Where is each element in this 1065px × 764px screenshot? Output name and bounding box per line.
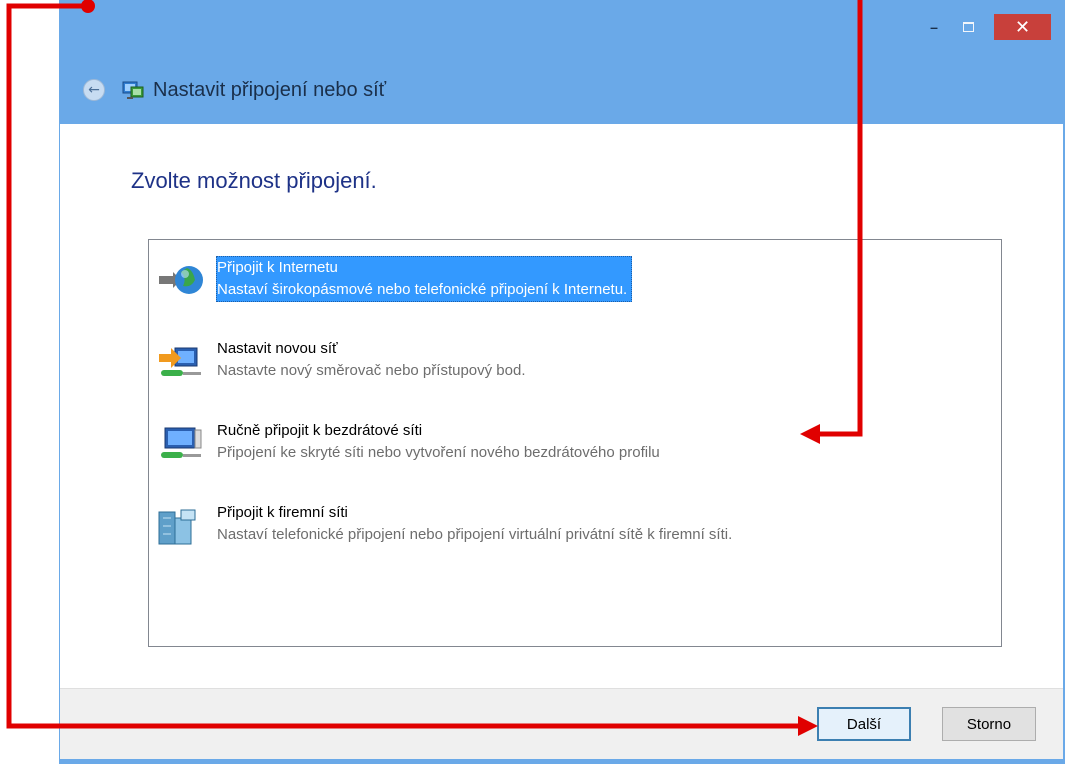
page-heading: Zvolte možnost připojení. xyxy=(131,168,377,193)
window-title: Nastavit připojení nebo síť xyxy=(153,78,387,101)
workplace-network-icon xyxy=(158,509,196,545)
button-footer: Další Storno xyxy=(60,688,1063,759)
back-button[interactable]: ← xyxy=(83,79,105,101)
setup-connection-window: – ✕ ← Nastavit připojení nebo síť Zvolte… xyxy=(59,0,1065,764)
option-description: Připojení ke skryté síti nebo vytvoření … xyxy=(217,444,660,461)
new-network-icon xyxy=(159,347,201,376)
content-area: Zvolte možnost připojení. Připojit k Int… xyxy=(60,124,1063,688)
globe-connection-icon xyxy=(159,266,203,294)
minimize-button[interactable]: – xyxy=(919,14,949,40)
option-title: Připojit k firemní síti xyxy=(217,504,348,521)
maximize-button[interactable] xyxy=(953,14,983,40)
option-title: Nastavit novou síť xyxy=(217,340,338,357)
option-title: Ručně připojit k bezdrátové síti xyxy=(217,422,423,439)
next-button[interactable]: Další xyxy=(817,707,911,741)
option-title: Připojit k Internetu xyxy=(217,259,338,276)
cancel-button[interactable]: Storno xyxy=(942,707,1036,741)
back-arrow-icon: ← xyxy=(88,82,100,98)
close-button[interactable]: ✕ xyxy=(994,14,1051,40)
option-description: Nastaví širokopásmové nebo telefonické p… xyxy=(217,281,628,298)
network-icon xyxy=(122,81,144,99)
title-bar: – ✕ ← Nastavit připojení nebo síť xyxy=(59,0,1065,124)
option-description: Nastaví telefonické připojení nebo připo… xyxy=(217,526,733,543)
navigation-bar: ← Nastavit připojení nebo síť xyxy=(83,78,386,102)
option-description: Nastavte nový směrovač nebo přístupový b… xyxy=(217,362,526,379)
wireless-network-icon xyxy=(161,427,202,458)
connection-options-list[interactable]: Připojit k Internetu Nastaví širokopásmo… xyxy=(148,239,1002,647)
maximize-icon xyxy=(962,22,974,32)
